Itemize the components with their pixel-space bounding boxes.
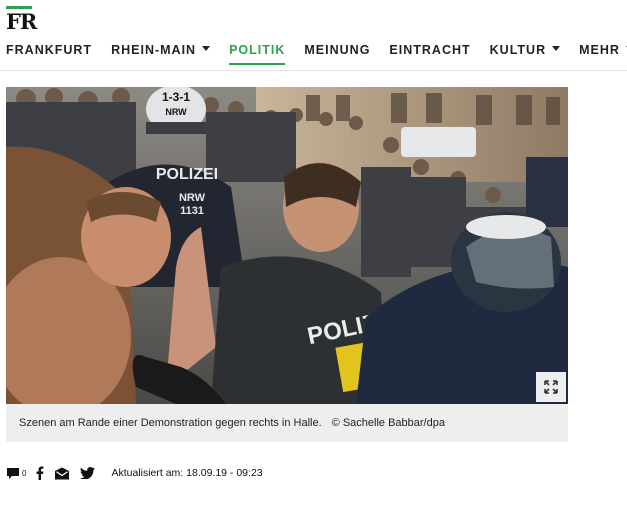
- caret-down-icon: [552, 46, 561, 51]
- vest-code: NRW: [179, 192, 206, 204]
- nav-item-label: MEHR: [579, 43, 620, 57]
- vest-number: 1131: [180, 205, 204, 217]
- site-logo[interactable]: FR: [6, 6, 37, 34]
- nav-item-eintracht[interactable]: EINTRACHT: [389, 43, 470, 65]
- nav-item-rhein-main[interactable]: RHEIN-MAIN: [111, 43, 211, 65]
- nav-item-label: MEINUNG: [304, 43, 371, 57]
- nav-item-frankfurt[interactable]: FRANKFURT: [6, 43, 92, 65]
- article-photo[interactable]: 1-3-1 NRW POLIZEI NRW 1131 POLIZ: [6, 87, 568, 404]
- main-nav: FRANKFURT RHEIN-MAIN POLITIK MEINUNG EIN…: [6, 43, 627, 65]
- nav-item-label: FRANKFURT: [6, 43, 93, 57]
- photo-scene: 1-3-1 NRW POLIZEI NRW 1131 POLIZ: [6, 87, 568, 404]
- nav-item-label: KULTUR: [489, 43, 547, 57]
- facebook-share-button[interactable]: [36, 466, 44, 480]
- updated-timestamp: Aktualisiert am: 18.09.19 - 09:23: [111, 467, 263, 479]
- caption-text: Szenen am Rande einer Demonstration gege…: [19, 417, 322, 429]
- twitter-share-button[interactable]: [80, 467, 96, 479]
- nav-item-mehr[interactable]: MEHR: [579, 43, 627, 65]
- nav-item-politik[interactable]: POLITIK: [229, 43, 286, 65]
- police-van: [401, 127, 476, 157]
- twitter-icon: [80, 467, 96, 479]
- nav-item-label: RHEIN-MAIN: [111, 43, 197, 57]
- caption-credit: © Sachelle Babbar/dpa: [331, 417, 445, 429]
- expand-arrows-icon: [544, 380, 558, 394]
- helmet-number: 1-3-1: [162, 90, 190, 104]
- mail-share-button[interactable]: [54, 467, 70, 480]
- share-bar: 0 Aktualisiert am: 18.09.19 - 09:23: [6, 466, 263, 480]
- photo-caption: Szenen am Rande einer Demonstration gege…: [6, 404, 568, 442]
- logo-text: FR: [6, 9, 37, 34]
- caret-down-icon: [202, 46, 211, 51]
- comment-icon: [7, 467, 19, 479]
- nav-item-meinung[interactable]: MEINUNG: [304, 43, 370, 65]
- helmet-state: NRW: [165, 107, 187, 117]
- nav-divider: [0, 70, 627, 71]
- nav-item-kultur[interactable]: KULTUR: [489, 43, 561, 65]
- mail-icon: [55, 467, 70, 479]
- facebook-icon: [37, 466, 44, 480]
- nav-item-label: POLITIK: [229, 43, 286, 57]
- comment-button[interactable]: 0: [6, 467, 26, 480]
- comment-count: 0: [22, 468, 27, 478]
- expand-icon[interactable]: [536, 372, 566, 402]
- vest-text: POLIZEI: [156, 166, 218, 183]
- nav-item-label: EINTRACHT: [389, 43, 471, 57]
